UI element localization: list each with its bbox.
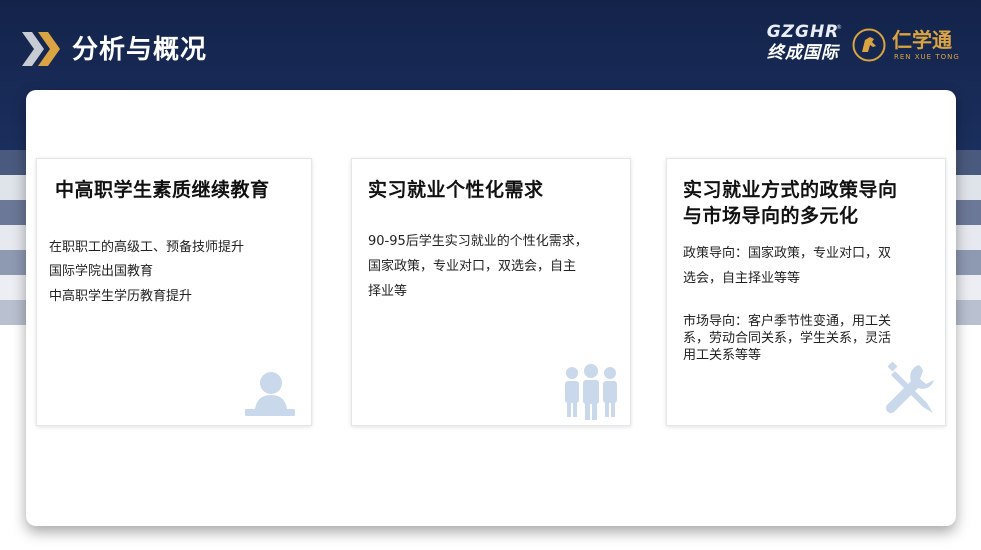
market-text-line: 系，劳动合同关系，学生关系，灵活 (683, 331, 892, 346)
gzghr-logo-name: 终成国际 (767, 43, 839, 63)
card-text-line: 在职职工的高级工、预备技师提升 (49, 240, 245, 255)
card-title: 中高职学生素质继续教育 (55, 179, 270, 201)
card-text-line: 国家政策，专业对口，双选会，自主 (368, 259, 577, 274)
double-chevron-icon (22, 32, 60, 66)
wrench-screwdriver-icon (886, 361, 934, 413)
market-text-line: 市场导向：客户季节性变通，用工关 (683, 314, 892, 329)
ren-xue-tong-english: REN XUE TONG (894, 53, 960, 61)
ren-xue-tong-logo: 仁学通 REN XUE TONG (852, 26, 962, 66)
card-title: 实习就业个性化需求 (368, 179, 544, 201)
card-diversified-guidance: 实习就业方式的政策导向 与市场导向的多元化 政策导向：国家政策，专业对口，双 选… (666, 158, 946, 426)
page-title: 分析与概况 (72, 35, 208, 65)
market-text-line: 用工关系等等 (683, 348, 762, 363)
card-continuing-education: 中高职学生素质继续教育 在职职工的高级工、预备技师提升 国际学院出国教育 中高职… (36, 158, 312, 426)
policy-text-line: 政策导向：国家政策，专业对口，双 (683, 246, 892, 261)
registered-mark: ® (836, 24, 842, 31)
policy-text-line: 选会，自主择业等等 (683, 271, 801, 286)
card-text-line: 90-95后学生实习就业的个性化需求， (368, 234, 588, 249)
horse-badge-icon (852, 28, 886, 62)
card-text-line: 择业等 (368, 284, 408, 299)
card-text-line: 中高职学生学历教育提升 (49, 289, 193, 304)
card-title-line: 实习就业方式的政策导向 (683, 179, 898, 201)
gzghr-logo: GZGHR 终成国际 (760, 22, 846, 68)
ren-xue-tong-name: 仁学通 (892, 28, 952, 52)
group-people-icon (565, 364, 617, 420)
card-text-line: 国际学院出国教育 (49, 264, 154, 279)
gzghr-logo-mark: GZGHR (766, 22, 840, 42)
card-internship-needs: 实习就业个性化需求 90-95后学生实习就业的个性化需求， 国家政策，专业对口，… (351, 158, 631, 426)
slide-page: 分析与概况 GZGHR 终成国际 ® 仁学通 REN XUE TONG 中高职学… (0, 0, 981, 550)
person-at-desk-icon (245, 372, 295, 416)
card-title-line: 与市场导向的多元化 (683, 205, 859, 227)
